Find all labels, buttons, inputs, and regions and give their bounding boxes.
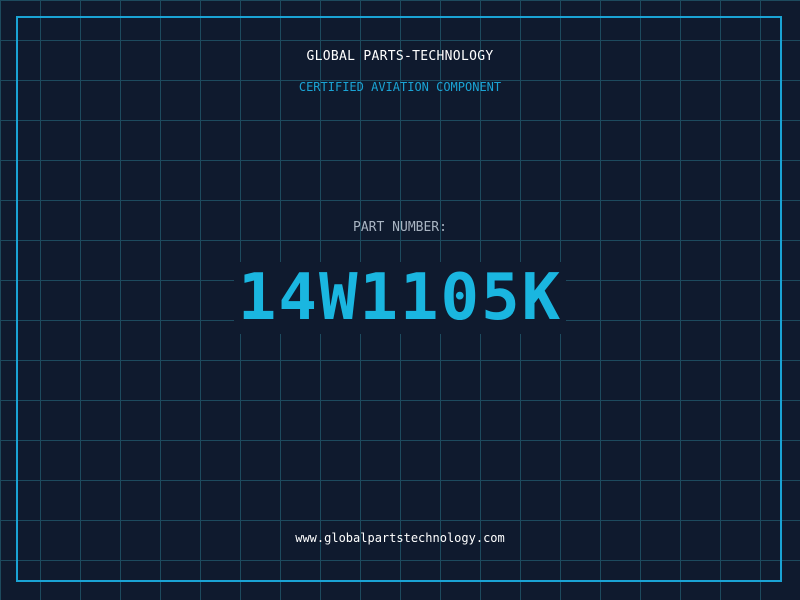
part-number-label: PART NUMBER:	[353, 220, 447, 235]
blueprint-canvas: GLOBAL PARTS-TECHNOLOGY CERTIFIED AVIATI…	[0, 0, 800, 600]
part-number-container: 14W1105K	[0, 262, 800, 334]
part-number-value: 14W1105K	[233, 262, 567, 334]
company-name: GLOBAL PARTS-TECHNOLOGY	[306, 49, 494, 64]
website-url: www.globalpartstechnology.com	[295, 531, 505, 545]
certification-subtitle: CERTIFIED AVIATION COMPONENT	[298, 80, 502, 94]
